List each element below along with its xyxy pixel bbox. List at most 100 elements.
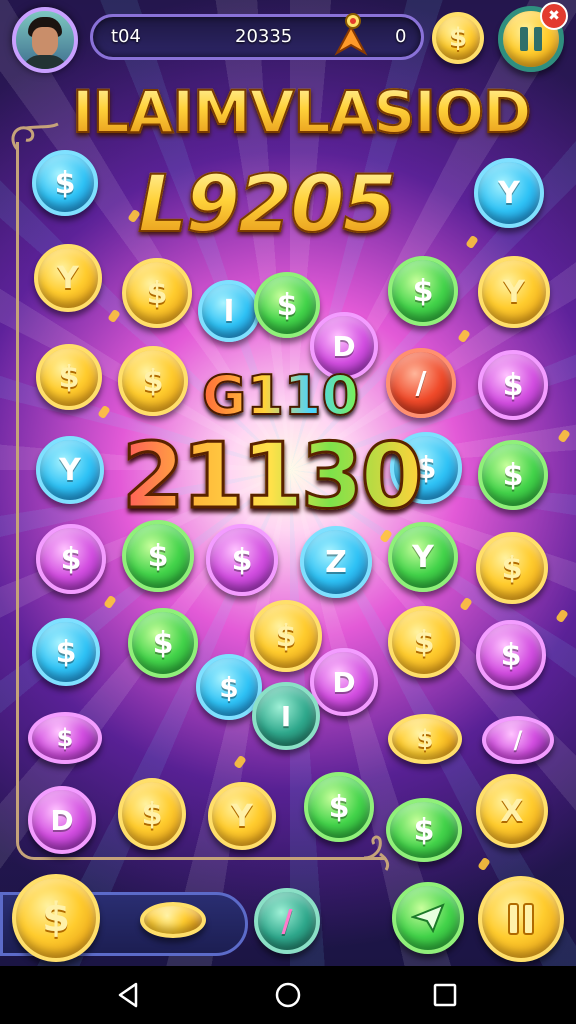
- pencil-icon: /: [281, 903, 293, 939]
- shop-coin-button[interactable]: $: [432, 12, 484, 64]
- pause-icon: [508, 903, 534, 935]
- pencil-button[interactable]: /: [254, 888, 320, 954]
- coin-symbol: $: [416, 725, 434, 753]
- system-nav-bar: [0, 966, 576, 1024]
- gold-coin[interactable]: $: [388, 606, 460, 678]
- cyan-coin[interactable]: $: [32, 150, 98, 216]
- cyan-coin[interactable]: $: [32, 618, 100, 686]
- combo-text: G110: [201, 363, 360, 428]
- gold-coin[interactable]: Y: [208, 782, 276, 850]
- score-counter: 20335: [235, 26, 293, 47]
- spark: [555, 608, 569, 624]
- coin-symbol: Y: [503, 274, 525, 310]
- magenta-coin[interactable]: $: [478, 350, 548, 420]
- rocket-icon: [334, 13, 368, 56]
- gold-coin[interactable]: $: [250, 600, 322, 672]
- play-button[interactable]: [392, 882, 464, 954]
- coin-symbol: /: [513, 726, 523, 754]
- coin-symbol: $: [141, 796, 163, 832]
- cyan-coin[interactable]: I: [198, 280, 260, 342]
- cyan-coin[interactable]: Y: [36, 436, 104, 504]
- coin-symbol: $: [275, 618, 297, 654]
- spark: [459, 596, 473, 612]
- coin-symbol: $: [276, 287, 298, 323]
- coin-symbol: $: [231, 542, 253, 578]
- stats-bar: t04 20335 0: [90, 13, 424, 60]
- magenta-coin[interactable]: D: [310, 648, 378, 716]
- green-coin[interactable]: $: [122, 520, 194, 592]
- magenta-coin[interactable]: $: [28, 712, 102, 764]
- coin-symbol: Y: [57, 260, 79, 296]
- coin-symbol: $: [60, 541, 82, 577]
- coin-symbol: $: [413, 624, 435, 660]
- gold-coin[interactable]: Y: [478, 256, 550, 328]
- coin-symbol: Y: [412, 539, 434, 575]
- coin-symbol: D: [332, 329, 356, 363]
- green-coin[interactable]: $: [386, 798, 462, 862]
- spark: [107, 308, 121, 324]
- coin-symbol: $: [500, 637, 522, 673]
- coin-symbol: $: [58, 359, 80, 395]
- green-coin[interactable]: $: [254, 272, 320, 338]
- magenta-coin[interactable]: $: [476, 620, 546, 690]
- coin-symbol: $: [54, 165, 76, 201]
- paper-plane-icon: [411, 903, 445, 933]
- game-board-background: t04 20335 0 $ ✖ ILAIMVLASIOD L9205 $ Y Y $ I…: [0, 0, 576, 966]
- coin-stack-icon: [140, 902, 206, 938]
- coin-symbol: $: [142, 363, 164, 399]
- magenta-coin[interactable]: $: [206, 524, 278, 596]
- coin-symbol: $: [146, 275, 168, 311]
- spark: [233, 754, 247, 770]
- level-score: L9205: [137, 159, 398, 251]
- cyan-coin[interactable]: Z: [300, 526, 372, 598]
- gold-coin[interactable]: $: [118, 346, 188, 416]
- coin-symbol: $: [328, 789, 350, 825]
- gold-coin[interactable]: $: [36, 344, 102, 410]
- recents-square-icon[interactable]: [430, 980, 460, 1010]
- gold-coin[interactable]: $: [122, 258, 192, 328]
- back-triangle-icon[interactable]: [114, 980, 144, 1010]
- green-coin[interactable]: $: [388, 256, 458, 326]
- coin-symbol: $: [502, 457, 524, 493]
- avatar-face: [32, 27, 58, 57]
- green-coin[interactable]: Y: [388, 522, 458, 592]
- gold-coin[interactable]: $: [118, 778, 186, 850]
- magenta-coin[interactable]: /: [482, 716, 554, 764]
- coin-symbol: $: [147, 538, 169, 574]
- gold-coin[interactable]: $: [476, 532, 548, 604]
- home-circle-icon[interactable]: [273, 980, 303, 1010]
- gold-coin[interactable]: X: [476, 774, 548, 848]
- coin-symbol: $: [56, 724, 74, 752]
- player-avatar[interactable]: [12, 7, 78, 73]
- gem-counter: 0: [395, 26, 407, 47]
- cyan-coin[interactable]: Y: [474, 158, 544, 228]
- close-icon[interactable]: ✖: [540, 2, 568, 30]
- gold-coin[interactable]: Y: [34, 244, 102, 312]
- gold-coin[interactable]: $: [388, 714, 462, 764]
- coin-bank-button[interactable]: $: [12, 874, 100, 962]
- dollar-coin-icon: $: [448, 23, 468, 53]
- coin-symbol: D: [332, 665, 356, 699]
- teal-coin[interactable]: I: [252, 682, 320, 750]
- pause-icon: [520, 27, 542, 51]
- magenta-coin[interactable]: $: [36, 524, 106, 594]
- spark: [557, 428, 571, 444]
- coin-symbol: I: [280, 699, 292, 733]
- coin-symbol: $: [152, 625, 174, 661]
- green-coin[interactable]: $: [128, 608, 198, 678]
- green-coin[interactable]: $: [478, 440, 548, 510]
- coin-symbol: $: [219, 670, 239, 704]
- game-title: ILAIMVLASIOD: [71, 77, 532, 147]
- red-coin[interactable]: /: [386, 348, 456, 418]
- spark: [97, 404, 111, 420]
- pause-button-bottom[interactable]: [478, 876, 564, 962]
- frame-ornament-top: [11, 122, 59, 152]
- spark: [103, 594, 117, 610]
- coin-symbol: $: [501, 550, 523, 586]
- dollar-coin-icon: $: [42, 895, 70, 941]
- coin-symbol: $: [502, 367, 524, 403]
- level-counter: t04: [111, 26, 141, 47]
- coin-symbol: I: [223, 293, 235, 329]
- green-coin[interactable]: $: [304, 772, 374, 842]
- magenta-coin[interactable]: D: [28, 786, 96, 854]
